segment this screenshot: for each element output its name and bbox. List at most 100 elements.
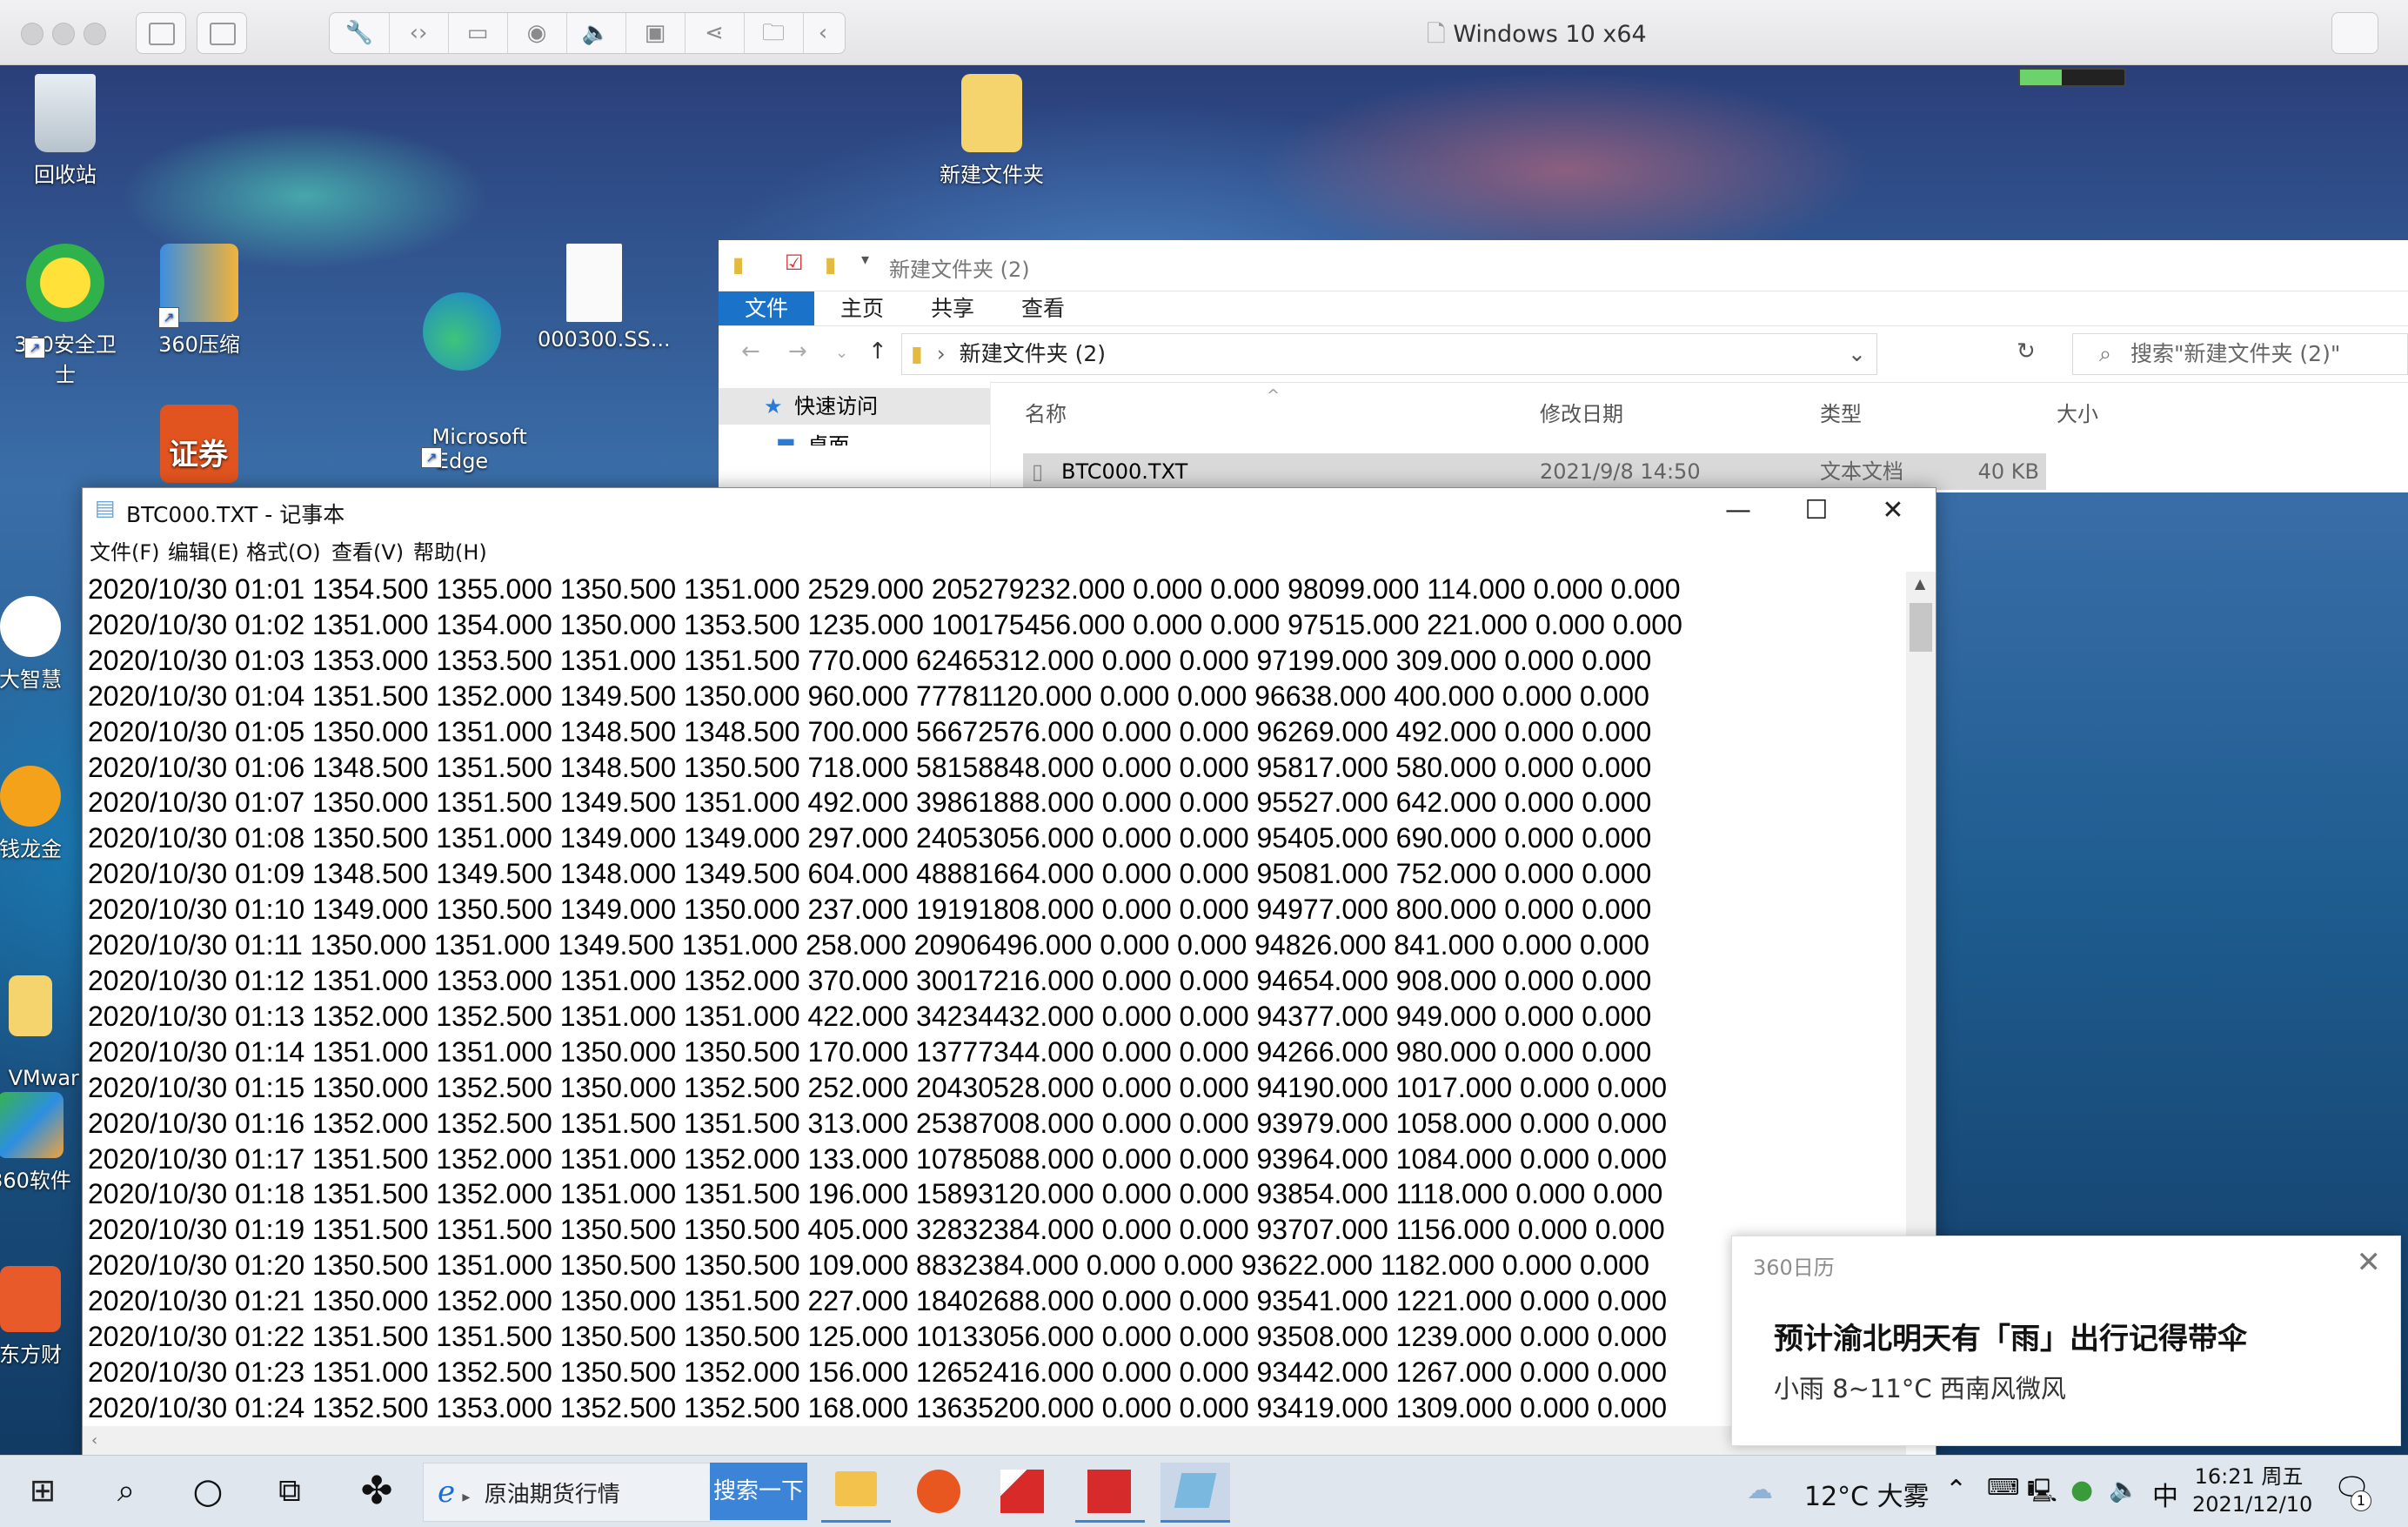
- maximize-button[interactable]: ☐: [1777, 493, 1856, 528]
- search-button[interactable]: 搜索一下: [710, 1463, 807, 1520]
- tray-chevron-icon[interactable]: ⌃: [1945, 1475, 1967, 1505]
- chevron-left-icon[interactable]: ‹: [803, 13, 843, 53]
- taskbar: ⊞ ⌕ ○ ⧉ ✤ ℯ ▸ 原油期货行情 搜索一下 ☁ 12°C 大雾 ⌃ ⌨ …: [0, 1455, 2408, 1527]
- usb-tray-icon[interactable]: ⌨: [1987, 1475, 2020, 1501]
- menu-file[interactable]: 文件(F): [90, 535, 160, 566]
- scroll-up-icon[interactable]: ▲: [1915, 575, 1925, 592]
- icon-label: 新建文件夹: [940, 163, 1044, 187]
- breadcrumb-chevron-icon: ›: [936, 341, 946, 366]
- 360-tray-icon[interactable]: ●: [2070, 1475, 2093, 1505]
- snapshot-button[interactable]: [197, 12, 247, 54]
- progress-indicator: [2018, 68, 2126, 87]
- customize-qa-icon[interactable]: ▾: [861, 251, 869, 269]
- analysis-app-taskbar-icon[interactable]: [1075, 1463, 1145, 1523]
- icon-label: 360压缩: [158, 332, 240, 357]
- zoom-window-button[interactable]: [84, 23, 106, 45]
- chevron-right-icon: ▸: [462, 1488, 471, 1506]
- speaker-icon[interactable]: 🔈: [566, 13, 626, 53]
- refresh-icon[interactable]: ↻: [2017, 338, 2036, 365]
- chart-app-taskbar-icon[interactable]: [988, 1463, 1058, 1520]
- column-type[interactable]: 类型: [1820, 397, 1862, 427]
- tab-home[interactable]: 主页: [814, 291, 910, 326]
- back-arrow-icon[interactable]: ←: [741, 338, 760, 365]
- recycle-bin-icon[interactable]: 回收站: [9, 74, 122, 188]
- vm-window-title: 🗋 Windows 10 x64: [1427, 21, 1647, 48]
- properties-icon[interactable]: ☑: [785, 251, 804, 275]
- text-line: 2020/10/30 01:18 1351.500 1352.000 1351.…: [88, 1178, 1663, 1210]
- video-icon[interactable]: ▣: [625, 13, 686, 53]
- microsoft-edge-icon[interactable]: ↗ Microsoft Edge: [405, 244, 527, 498]
- tab-share[interactable]: 共享: [905, 291, 1000, 326]
- 360-security-icon[interactable]: ↗ 360安全卫士: [9, 244, 122, 388]
- nav-desktop[interactable]: ■ 桌面: [719, 428, 990, 445]
- notification-center-icon[interactable]: 🗨 1: [2333, 1471, 2371, 1511]
- 360-software-icon[interactable]: 360软件: [0, 1092, 87, 1194]
- fullscreen-button[interactable]: [2331, 12, 2378, 54]
- file-row[interactable]: ▯ BTC000.TXT 2021/9/8 14:50 文本文档 40 KB: [1023, 453, 2046, 490]
- column-modified[interactable]: 修改日期: [1540, 397, 1623, 427]
- code-icon[interactable]: ‹›: [389, 13, 449, 53]
- close-icon[interactable]: ✕: [2357, 1245, 2382, 1280]
- menu-edit[interactable]: 编辑(E): [168, 535, 239, 566]
- chevron-down-icon[interactable]: ⌄: [1848, 334, 1866, 374]
- menu-view[interactable]: 查看(V): [331, 535, 404, 566]
- scroll-left-icon[interactable]: ‹: [91, 1431, 97, 1450]
- 360-zip-icon[interactable]: ↗ 360压缩: [143, 244, 256, 358]
- horizontal-scrollbar[interactable]: ‹: [83, 1426, 1906, 1456]
- scroll-thumb[interactable]: [1910, 603, 1932, 652]
- search-icon[interactable]: ⌕: [103, 1468, 150, 1515]
- drive-icon[interactable]: ▭: [448, 13, 508, 53]
- tab-file[interactable]: 文件: [719, 291, 815, 326]
- securities-app-icon[interactable]: 证券: [143, 405, 256, 488]
- ie-icon: ℯ: [438, 1475, 456, 1510]
- text-line: 2020/10/30 01:08 1350.500 1351.000 1349.…: [88, 822, 1652, 854]
- dazhihui-icon[interactable]: 大智慧: [0, 596, 87, 693]
- volume-icon[interactable]: 🔈: [2109, 1475, 2139, 1504]
- camera-icon[interactable]: ◉: [507, 13, 567, 53]
- minimize-button[interactable]: —: [1699, 493, 1777, 528]
- new-folder-qa-icon[interactable]: ▮: [825, 252, 836, 277]
- task-view-icon[interactable]: ⧉: [266, 1468, 313, 1515]
- taskbar-search-box[interactable]: ℯ ▸ 原油期货行情: [423, 1463, 712, 1522]
- usb-icon[interactable]: ⋖: [685, 13, 745, 53]
- tab-view[interactable]: 查看: [995, 291, 1091, 326]
- cortana-icon[interactable]: ○: [184, 1468, 231, 1515]
- clock[interactable]: 16:21 周五 2021/12/10: [2192, 1463, 2312, 1518]
- eastmoney-icon[interactable]: 东方财: [0, 1266, 87, 1368]
- recent-chevron-icon[interactable]: ⌄: [835, 344, 848, 362]
- nav-quick-access[interactable]: ★ 快速访问: [719, 388, 990, 425]
- column-size[interactable]: 大小: [2057, 397, 2098, 427]
- breadcrumb: 新建文件夹 (2): [959, 341, 1107, 366]
- menu-help[interactable]: 帮助(H): [413, 535, 487, 566]
- search-input[interactable]: ⌕ 搜索"新建文件夹 (2)": [2072, 333, 2408, 375]
- network-icon[interactable]: 🖳: [2027, 1475, 2057, 1513]
- up-arrow-icon[interactable]: ↑: [868, 338, 887, 365]
- search-icon: ⌕: [2099, 341, 2112, 366]
- folder-icon: ▮: [911, 341, 923, 366]
- ime-indicator[interactable]: 中: [2152, 1475, 2178, 1513]
- column-name[interactable]: 名称: [1025, 397, 1067, 427]
- weather-text[interactable]: 12°C 大雾: [1804, 1475, 1930, 1513]
- menu-format[interactable]: 格式(O): [246, 535, 321, 566]
- text-editor[interactable]: 2020/10/30 01:01 1354.500 1355.000 1350.…: [88, 572, 1906, 1421]
- sidebar-toggle-button[interactable]: [136, 12, 186, 54]
- new-folder-icon[interactable]: 新建文件夹: [935, 74, 1048, 188]
- securities-taskbar-icon[interactable]: [905, 1463, 974, 1520]
- calendar-notification[interactable]: 360日历 ✕ 预计渝北明天有「雨」出行记得带伞 小雨 8~11°C 西南风微风: [1731, 1236, 2401, 1446]
- windows-start-icon[interactable]: ⊞: [19, 1468, 66, 1515]
- file-explorer-taskbar-icon[interactable]: [821, 1463, 891, 1523]
- fan-app-icon[interactable]: ✤: [353, 1468, 400, 1515]
- notepad-title: BTC000.TXT - 记事本: [126, 502, 345, 527]
- folder-share-icon[interactable]: 🗀: [744, 13, 804, 53]
- wrench-icon[interactable]: 🔧: [330, 13, 390, 53]
- close-window-button[interactable]: [21, 23, 43, 45]
- address-box[interactable]: ▮ › 新建文件夹 (2) ⌄: [901, 333, 1877, 375]
- close-button[interactable]: ✕: [1854, 493, 1932, 528]
- text-file-icon[interactable]: 000300.SS...: [538, 244, 671, 352]
- forward-arrow-icon[interactable]: →: [788, 338, 807, 365]
- minimize-window-button[interactable]: [52, 23, 75, 45]
- text-line: 2020/10/30 01:07 1350.000 1351.500 1349.…: [88, 787, 1652, 819]
- notepad-taskbar-icon[interactable]: [1161, 1463, 1230, 1523]
- qianlong-icon[interactable]: 钱龙金: [0, 766, 87, 862]
- notepad-icon: ▤: [95, 495, 116, 520]
